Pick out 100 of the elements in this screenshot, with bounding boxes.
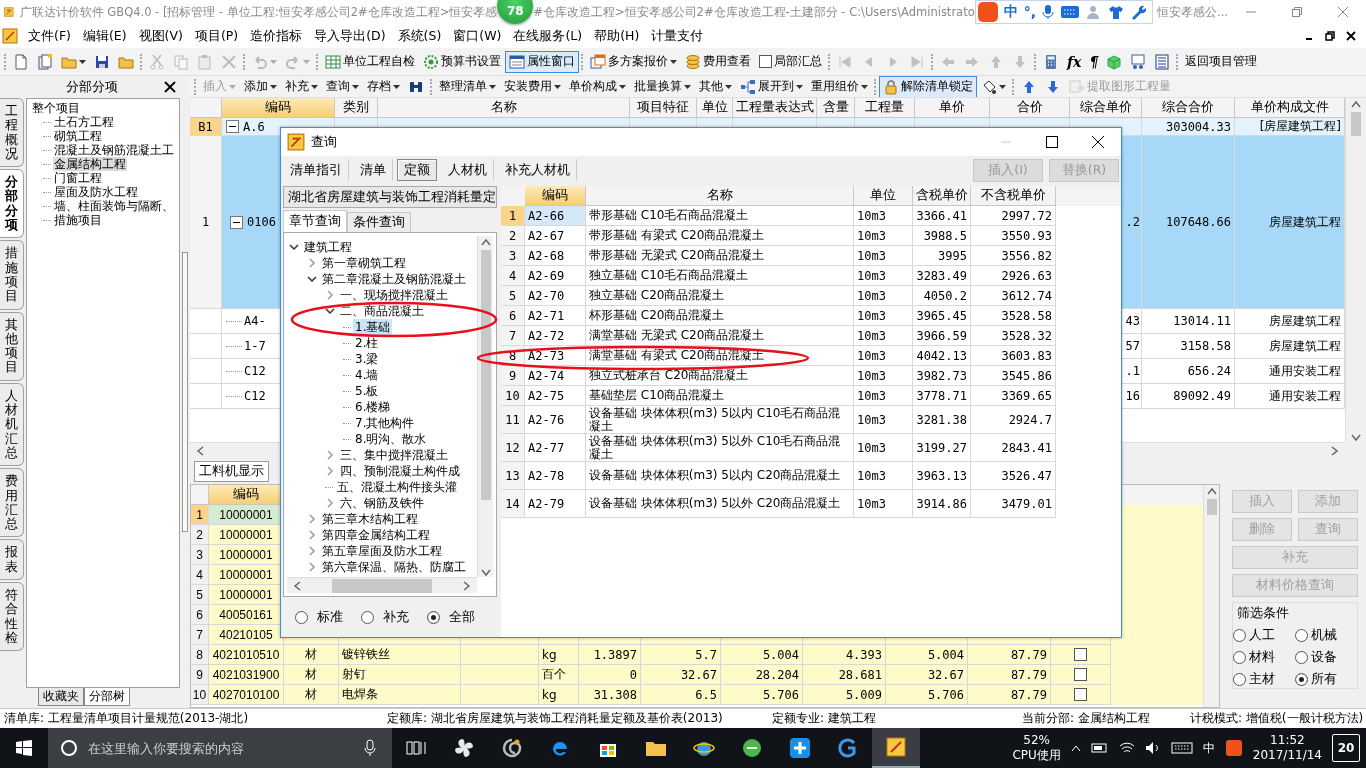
panel-tab[interactable]: 工料机显示 <box>194 461 269 482</box>
tree-item[interactable]: 三、集中搅拌混凝土 <box>338 447 450 463</box>
toolbar-button[interactable]: 预算书设置 <box>419 50 505 73</box>
chevron-right-icon[interactable] <box>325 450 335 460</box>
radio-button[interactable] <box>427 610 440 624</box>
row-header[interactable]: 5 <box>191 585 209 605</box>
column-header[interactable]: 编码 <box>222 98 335 118</box>
microphone-icon[interactable] <box>364 739 376 757</box>
radio-button[interactable] <box>1233 629 1246 642</box>
clock-date[interactable]: 2017/11/14 <box>1252 748 1322 763</box>
scroll-down-icon[interactable] <box>1351 434 1361 442</box>
toolbar-dropdown[interactable]: 添加 <box>240 76 281 97</box>
chevron-right-icon[interactable] <box>307 562 317 572</box>
scroll-left-icon[interactable] <box>293 580 301 591</box>
row-header[interactable]: 13 <box>501 462 525 490</box>
radio-button[interactable] <box>295 610 308 624</box>
row-header[interactable]: 10 <box>191 685 209 705</box>
shirt-icon[interactable] <box>1108 4 1125 20</box>
tree-item[interactable]: 1.基础 <box>353 319 393 335</box>
menu-item[interactable]: 编辑(E) <box>76 25 133 47</box>
toolbar-dropdown[interactable]: 单价构成 <box>565 76 630 97</box>
row-header[interactable]: 1 <box>190 136 222 309</box>
tree-item[interactable]: 措施项目 <box>53 213 103 227</box>
dialog-tab[interactable]: 补充人材机 <box>498 159 577 181</box>
chevron-right-icon[interactable] <box>307 530 317 540</box>
toolbar-button[interactable]: 单位工程自检 <box>321 50 419 73</box>
radio-option[interactable]: 人工 <box>1233 627 1295 644</box>
collapse-toggle[interactable] <box>230 215 243 229</box>
notification-badge[interactable]: 20 <box>1332 734 1360 762</box>
dialog-tab[interactable]: 人材机 <box>441 159 494 181</box>
toolbar-dropdown[interactable]: 批量换算 <box>630 76 695 97</box>
side-tab[interactable]: 报表 <box>0 539 24 580</box>
row-header[interactable]: 7 <box>501 326 525 346</box>
toolbar-dropdown[interactable]: 补充 <box>281 76 322 97</box>
row-header[interactable]: 2 <box>501 226 525 246</box>
row-header[interactable]: 1 <box>191 505 209 525</box>
table-row[interactable]: 10 4027010100 材 电焊条 kg 31.308 6.5 5.706 5.009 5.706 87.79 <box>191 685 1203 705</box>
tree-item[interactable]: 6.楼梯 <box>353 399 393 415</box>
menu-item[interactable]: 导入导出(D) <box>308 25 392 47</box>
chevron-right-icon[interactable] <box>307 258 317 268</box>
scrollbar-thumb[interactable] <box>480 250 491 500</box>
scrollbar-thumb[interactable] <box>332 578 432 593</box>
checkbox[interactable] <box>1074 668 1087 681</box>
scroll-right-icon[interactable] <box>463 580 471 591</box>
library-select[interactable]: 湖北省房屋建筑与装饰工程消耗量定 <box>283 186 497 208</box>
tree-item[interactable]: 五、混凝土构件接头灌 <box>335 479 459 495</box>
toolbar-dropdown[interactable]: 查询 <box>322 76 363 97</box>
radio-option[interactable]: 材料 <box>1233 649 1295 666</box>
chevron-right-icon[interactable] <box>325 290 335 300</box>
radio-button[interactable] <box>1295 651 1308 664</box>
chevron-right-icon[interactable] <box>307 546 317 556</box>
tree-item[interactable]: 第二章混凝土及钢筋混凝土 <box>320 271 468 287</box>
collapse-toggle[interactable] <box>226 120 239 133</box>
row-header[interactable]: 9 <box>501 366 525 386</box>
keyboard-icon[interactable] <box>1170 742 1193 754</box>
scrollbar[interactable] <box>1345 98 1366 442</box>
chevron-right-icon[interactable] <box>307 514 317 524</box>
scrollbar[interactable] <box>477 236 493 577</box>
menu-item[interactable]: 帮助(H) <box>588 25 646 47</box>
scrollbar-thumb[interactable] <box>1351 112 1361 136</box>
wifi-icon[interactable] <box>1118 741 1135 755</box>
close-icon[interactable] <box>1346 31 1356 41</box>
tree-item[interactable]: 2.柱 <box>353 335 381 351</box>
tree-item[interactable]: 整个项目 <box>31 101 81 115</box>
toolbar-dropdown[interactable]: 存档 <box>363 76 404 97</box>
ime-indicator[interactable]: 中 <box>1202 740 1215 756</box>
tree-item[interactable]: 砌筑工程 <box>53 129 103 143</box>
tree-item[interactable]: 一、现场搅拌混凝土 <box>338 287 450 303</box>
table-row[interactable]: 9 4021031900 材 射钉 百个 0 32.67 28.204 28.681 32.67 87.79 <box>191 665 1203 685</box>
checkbox[interactable] <box>1074 688 1087 701</box>
menu-item[interactable]: 文件(F) <box>22 25 77 47</box>
scroll-up-icon[interactable] <box>1206 487 1217 495</box>
tree-item[interactable]: 5.板 <box>353 383 381 399</box>
radio-option[interactable]: 标准 <box>295 608 343 626</box>
radio-button[interactable] <box>361 610 374 624</box>
tree-item[interactable]: 金属结构工程 <box>53 157 127 171</box>
notepad-app-icon[interactable] <box>872 728 920 768</box>
tree-item[interactable]: 混凝土及钢筋混凝土工 <box>53 143 175 157</box>
clock-time[interactable]: 11:52 <box>1270 733 1305 748</box>
chevron-down-icon[interactable] <box>325 306 335 316</box>
row-header[interactable]: 14 <box>501 490 525 518</box>
chevron-up-icon[interactable] <box>1070 744 1081 752</box>
horizontal-scrollbar[interactable] <box>287 577 477 593</box>
panel-tab[interactable]: 分部树 <box>84 688 130 706</box>
radio-button[interactable] <box>1295 673 1308 686</box>
search-tab[interactable]: 条件查询 <box>347 212 411 232</box>
row-header[interactable]: 3 <box>501 246 525 266</box>
radio-option[interactable]: 所有 <box>1295 671 1357 688</box>
menu-item[interactable]: 系统(S) <box>391 25 448 47</box>
document-icon[interactable] <box>2 28 18 44</box>
scroll-down-icon[interactable] <box>480 569 491 577</box>
row-header[interactable]: 12 <box>501 434 525 462</box>
tree-item[interactable]: 第三章木结构工程 <box>320 511 420 527</box>
row-header[interactable]: 2 <box>191 525 209 545</box>
row-header[interactable]: 1 <box>501 206 525 226</box>
search-field[interactable]: 在这里输入你要搜索的内容 <box>48 728 392 768</box>
microphone-icon[interactable] <box>1042 4 1055 20</box>
tree-item[interactable]: 第六章保温、隔热、防腐工 <box>320 559 468 575</box>
tree-item[interactable]: 四、预制混凝土构件成 <box>338 463 462 479</box>
toolbar-button[interactable]: 属性窗口 <box>505 50 579 73</box>
